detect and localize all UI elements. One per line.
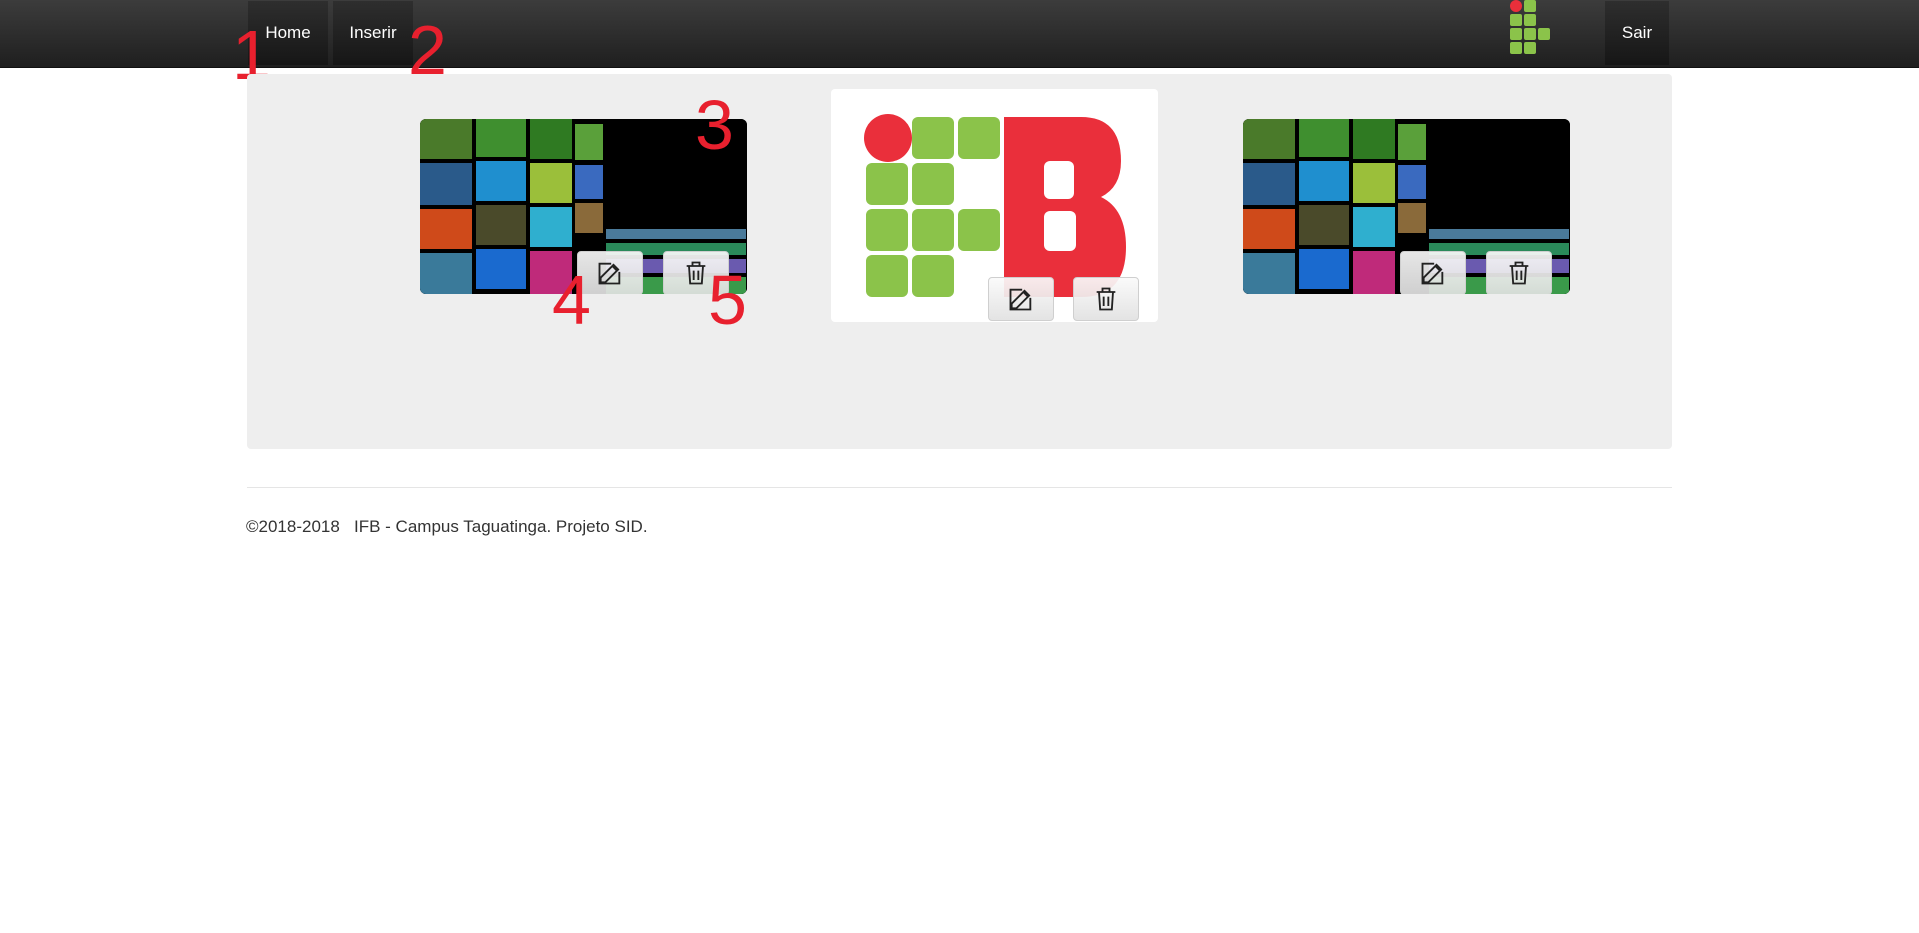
nav-sair-link[interactable]: Sair	[1605, 1, 1669, 65]
edit-button[interactable]	[988, 277, 1054, 321]
annotation-4: 4	[552, 261, 591, 339]
nav-inserir-link[interactable]: Inserir	[333, 1, 413, 65]
annotation-3: 3	[695, 86, 734, 164]
edit-icon	[1009, 288, 1032, 311]
delete-button[interactable]	[1486, 251, 1552, 294]
delete-button[interactable]	[1073, 277, 1139, 321]
ifb-logo-icon	[1510, 0, 1550, 54]
edit-icon	[1421, 262, 1444, 285]
top-navbar: Home Inserir Sair	[0, 0, 1919, 68]
footer-divider	[247, 487, 1672, 488]
footer-copyright: ©2018-2018 IFB - Campus Taguatinga. Proj…	[246, 517, 648, 536]
edit-icon	[598, 262, 621, 285]
gallery-item-ifb-logo[interactable]	[831, 89, 1158, 322]
trash-icon	[1096, 287, 1116, 311]
gallery-item-media-2[interactable]	[1243, 119, 1570, 294]
trash-icon	[1509, 261, 1529, 285]
gallery-panel	[247, 74, 1672, 449]
trash-icon	[686, 261, 706, 285]
annotation-5: 5	[708, 261, 747, 339]
edit-button[interactable]	[1400, 251, 1466, 294]
